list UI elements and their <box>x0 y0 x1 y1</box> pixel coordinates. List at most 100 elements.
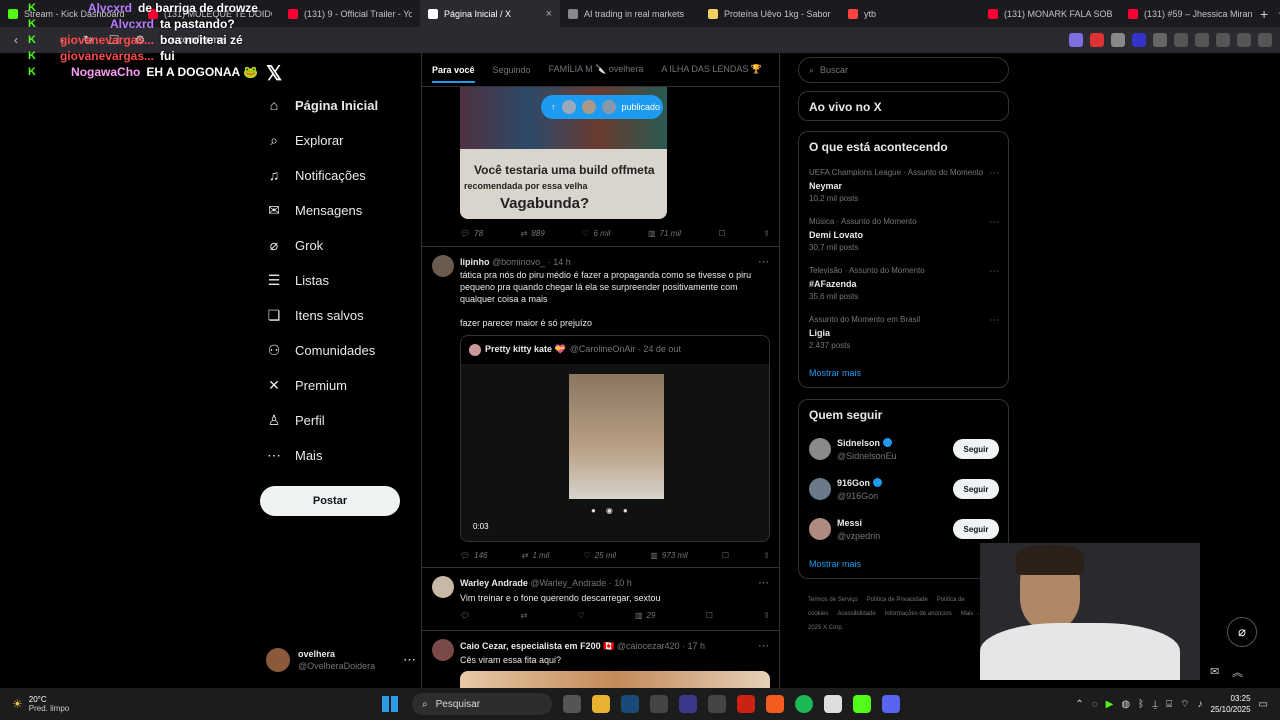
account-switcher[interactable]: ovelhera @OvelheraDoidera ⋯ <box>266 648 416 672</box>
nav-item[interactable]: ☰ Listas <box>266 272 329 289</box>
post[interactable]: lipinho @bominovo_ · 14 h ⋯ tática pra n… <box>422 247 779 568</box>
brave-icon[interactable] <box>766 695 784 713</box>
wifi-icon[interactable]: ⌔ <box>1180 698 1189 711</box>
views-button[interactable]: ▥ 71 mil <box>648 229 681 238</box>
search-box[interactable]: ⌕ Buscar <box>798 57 1009 83</box>
reply-button[interactable]: 💬︎ 78 <box>460 229 483 238</box>
opera-icon[interactable] <box>737 695 755 713</box>
nav-item[interactable]: ⋯ Mais <box>266 447 322 464</box>
bookmark-button[interactable]: ☐ <box>718 229 725 238</box>
clock[interactable]: 03:25 25/10/2025 <box>1211 693 1251 715</box>
nav-item[interactable]: ⌕ Explorar <box>266 132 343 149</box>
trend-item[interactable]: Música · Assunto do Momento Demi Lovato 30… <box>809 217 999 252</box>
tray-icon[interactable]: ◍ <box>1121 699 1130 710</box>
footer-link[interactable]: Informações de anúncios <box>885 611 952 617</box>
more-icon[interactable]: ⋯ <box>989 266 999 277</box>
feed-tab[interactable]: Seguindo <box>493 65 531 75</box>
repost-button[interactable]: ⇄ <box>520 611 527 620</box>
chat-username[interactable]: Alvcxrd <box>45 1 132 15</box>
menu-icon[interactable] <box>1258 33 1272 47</box>
spotify-icon[interactable] <box>795 695 813 713</box>
more-icon[interactable]: ⋯ <box>758 255 769 268</box>
back-icon[interactable]: ‹ <box>8 33 24 47</box>
follow-button[interactable]: Seguir <box>953 519 999 539</box>
extension-icon[interactable] <box>1090 33 1104 47</box>
notifications-icon[interactable]: ▭ <box>1259 699 1268 710</box>
more-icon[interactable]: ⋯ <box>758 576 769 589</box>
browser-tab[interactable]: Página Inicial / X × <box>420 0 560 27</box>
wallet-icon[interactable] <box>1237 33 1251 47</box>
footer-link[interactable]: Mais ··· <box>961 611 981 617</box>
nav-item[interactable]: ⌂ Página Inicial <box>266 97 378 113</box>
extension-icon[interactable] <box>1132 33 1146 47</box>
bluetooth-icon[interactable]: ᛒ <box>1138 699 1144 710</box>
taskbar-search[interactable]: ⌕ Pesquisar <box>412 693 552 715</box>
more-icon[interactable]: ⋯ <box>403 652 416 668</box>
play-icon[interactable]: ◉ <box>606 506 613 515</box>
nav-item[interactable]: ⚇ Comunidades <box>266 342 376 359</box>
trend-item[interactable]: Assunto do Momento em Brasil Ligia 2.437 p… <box>809 315 999 350</box>
browser-tab[interactable]: ytb <box>840 0 980 27</box>
browser-tab[interactable]: (131) #59 – Jhessica Miranda <box>1120 0 1260 27</box>
trend-item[interactable]: UEFA Champions League · Assunto do Momen… <box>809 168 999 203</box>
new-tab-button[interactable]: + <box>1260 6 1268 22</box>
chat-username[interactable]: giovanevargas... <box>48 33 154 47</box>
reply-button[interactable]: 💬︎ <box>460 611 470 620</box>
more-icon[interactable]: ⋯ <box>989 315 999 326</box>
puzzle-icon[interactable] <box>1174 33 1188 47</box>
follow-suggestion[interactable]: 916Gon @916Gon Seguir <box>809 476 999 502</box>
nav-item[interactable]: ♫ Notificações <box>266 167 366 183</box>
browser-tab[interactable]: (131) 9 - Official Trailer - YouT <box>280 0 420 27</box>
nav-item[interactable]: ✉ Mensagens <box>266 202 362 219</box>
live-on-x[interactable]: Ao vivo no X <box>798 91 1009 121</box>
minimize-button[interactable]: — <box>1268 7 1280 20</box>
views-button[interactable]: ▥ 29 <box>635 611 655 620</box>
share-button[interactable]: ⇪ <box>763 551 770 560</box>
like-button[interactable]: ♡ <box>577 611 584 620</box>
task-view-icon[interactable] <box>563 695 581 713</box>
footer-link[interactable]: Política de Privacidade <box>867 597 928 603</box>
more-icon[interactable]: ⋯ <box>989 217 999 228</box>
show-more-link[interactable]: Mostrar mais <box>809 368 861 378</box>
close-tab-icon[interactable]: × <box>546 8 552 20</box>
new-posts-pill[interactable]: ↑ publicado <box>541 95 663 119</box>
follow-button[interactable]: Seguir <box>953 439 999 459</box>
footer-link[interactable]: Acessibilidade <box>837 611 875 617</box>
more-icon[interactable]: ⋯ <box>758 639 769 652</box>
repost-button[interactable]: ⇄ 1 mil <box>522 551 550 560</box>
trend-item[interactable]: Televisão · Assunto do Momento #AFazenda 3… <box>809 266 999 301</box>
chevron-up-icon[interactable]: ⌃ <box>1075 699 1083 710</box>
tray-icon[interactable]: ▶ <box>1106 699 1114 710</box>
rewind-icon[interactable]: ● <box>591 506 596 515</box>
network-icon[interactable]: ⌸ <box>1166 699 1172 710</box>
feed-tab[interactable]: FAMÍLIA M 🔪 ovelhera <box>549 64 644 75</box>
extension-icon[interactable] <box>1153 33 1167 47</box>
microphone-icon[interactable]: ⍊ <box>1152 699 1158 710</box>
app-icon[interactable] <box>679 695 697 713</box>
feed-tab[interactable]: A ILHA DAS LENDAS 🏆 <box>661 64 762 75</box>
steam-icon[interactable] <box>621 695 639 713</box>
follow-suggestion[interactable]: Messi @vzpedrin Seguir <box>809 516 999 542</box>
discord-icon[interactable] <box>882 695 900 713</box>
post[interactable]: Você testaria uma build offmeta recomend… <box>422 87 779 247</box>
chat-username[interactable]: giovanevargas... <box>48 49 154 63</box>
music-icon[interactable] <box>1216 33 1230 47</box>
app-icon[interactable] <box>708 695 726 713</box>
chat-username[interactable]: NogawaCho <box>46 65 140 79</box>
quoted-post[interactable]: Pretty kitty kate 💝 @CarolineOnAir · 24 … <box>460 335 770 542</box>
messages-drawer-icon[interactable]: ✉ <box>1210 665 1219 678</box>
follow-button[interactable]: Seguir <box>953 479 999 499</box>
browser-tab[interactable]: AI trading in real markets <box>560 0 700 27</box>
sidebar-icon[interactable] <box>1195 33 1209 47</box>
nav-item[interactable]: ❏ Itens salvos <box>266 307 364 324</box>
app-icon[interactable] <box>650 695 668 713</box>
extension-icon[interactable] <box>1111 33 1125 47</box>
tray-icon[interactable]: ◌ <box>1092 699 1098 710</box>
browser-tab[interactable]: (131) MONARK FALA SOBRE / <box>980 0 1120 27</box>
reply-button[interactable]: 💬︎ 146 <box>460 551 488 560</box>
repost-button[interactable]: ⇄ 889 <box>521 229 545 238</box>
video-player[interactable]: ● ◉ ● 0:03 <box>461 364 769 541</box>
follow-suggestion[interactable]: Sidnelson @SidnelsonEu Seguir <box>809 436 999 462</box>
post-button[interactable]: Postar <box>260 486 400 516</box>
x-logo-icon[interactable]: 𝕏 <box>266 61 282 86</box>
